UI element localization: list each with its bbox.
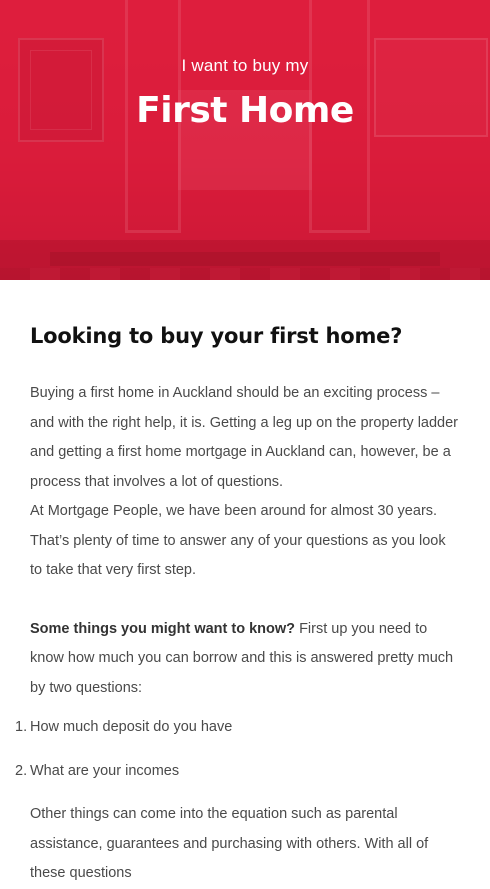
page-heading: Looking to buy your first home? [30,324,403,348]
questions-list: 1. How much deposit do you have 2. What … [15,713,460,787]
outro-paragraph: Other things can come into the equation … [30,806,429,881]
intro-paragraph-2: At Mortgage People, we have been around … [30,503,446,578]
list-item-text: How much deposit do you have [30,719,233,735]
list-item-text: What are your incomes [30,762,180,779]
list-item: 1. How much deposit do you have [15,713,460,743]
list-item-number: 2. [15,762,28,779]
main-content: Looking to buy your first home? Buying a… [0,280,490,889]
hero-subtitle: I want to buy my [181,56,309,75]
know-paragraph: Some things you might want to know? Firs… [30,615,460,704]
intro-text: Buying a first home in Auckland should b… [30,379,460,586]
list-item-number: 1. [15,719,28,735]
hero-banner: I want to buy my First Home [0,0,490,280]
know-lead-bold: Some things you might want to know? [30,620,296,637]
intro-paragraph-1: Buying a first home in Auckland should b… [30,385,459,490]
list-item: 2. What are your incomes [15,757,460,787]
hero-text: I want to buy my First Home [0,0,490,131]
hero-title: First Home [136,90,354,131]
